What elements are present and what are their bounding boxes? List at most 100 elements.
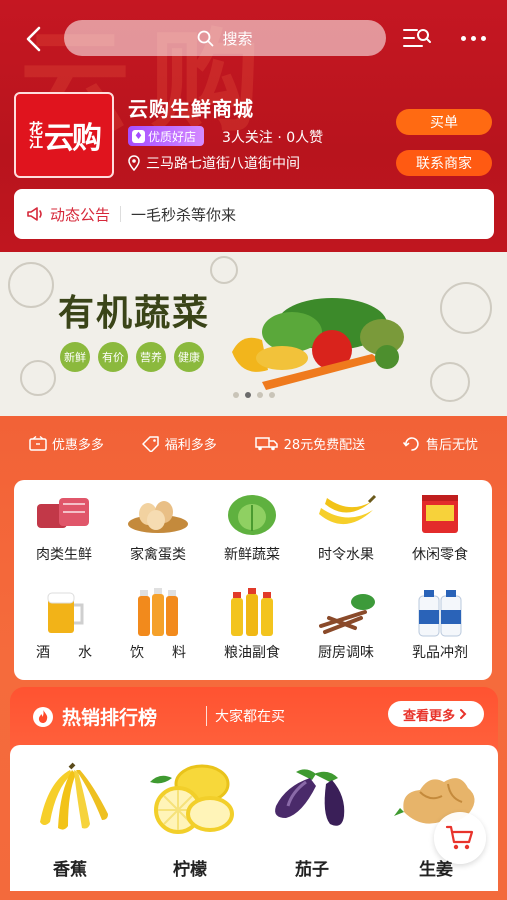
badge-label: 优质好店 <box>148 129 197 144</box>
perk-item: 优惠多多 <box>29 434 104 453</box>
category-list-button[interactable] <box>400 22 434 54</box>
eggplant-icon <box>275 769 345 826</box>
announcement-label: 动态公告 <box>50 205 111 224</box>
category-label: 酒 水 <box>36 645 92 661</box>
hot-ranking-title: 热销排行榜 <box>32 703 157 730</box>
category-label: 粮油副食 <box>224 645 280 661</box>
logo-text-big: 云购 <box>44 121 102 156</box>
back-arrow-icon <box>26 26 41 52</box>
perk-item: 28元免费配送 <box>254 434 366 453</box>
category-label: 饮 料 <box>130 645 186 661</box>
megaphone-icon <box>27 207 42 221</box>
category-label: 厨房调味 <box>318 645 374 661</box>
list-search-icon <box>403 29 431 47</box>
category-label: 肉类生鲜 <box>36 547 92 563</box>
hot-subtitle: 大家都在买 <box>206 706 285 726</box>
perk-item: 福利多多 <box>142 434 217 453</box>
category-snacks[interactable]: 休闲零食 <box>392 488 488 564</box>
address-text: 三马路七道街八道街中间 <box>146 156 300 172</box>
carousel-dot-active[interactable] <box>244 392 251 398</box>
chevron-right-icon <box>460 709 467 719</box>
banner-feature-pills: 新鲜 有价 营养 健康 <box>60 342 204 372</box>
banner-pill: 新鲜 <box>60 342 90 372</box>
quality-badge: ♦ 优质好店 <box>128 126 205 146</box>
shop-logo: 花江 云购 <box>14 92 114 178</box>
category-grid: 肉类生鲜 家禽蛋类 新鲜蔬菜 时令水果 休闲零食 酒 水 饮 料 粮油副食 厨房… <box>14 480 492 680</box>
banner-sketch <box>210 256 238 284</box>
shop-address[interactable]: 三马路七道街八道街中间 <box>128 153 300 173</box>
hot-products-list: 香蕉 柠檬 茄子 生姜 <box>10 745 498 891</box>
cabbage-icon <box>228 495 276 535</box>
spice-icon <box>319 594 375 634</box>
perks-bar: 优惠多多 福利多多 28元免费配送 售后无忧 <box>0 416 507 471</box>
shopping-cart-icon <box>445 825 474 850</box>
category-meat[interactable]: 肉类生鲜 <box>16 488 112 564</box>
perk-label: 28元免费配送 <box>283 438 366 453</box>
banner-title: 有机蔬菜 <box>58 292 211 334</box>
category-alcohol[interactable]: 酒 水 <box>16 586 112 662</box>
contact-merchant-button[interactable]: 联系商家 <box>396 150 492 176</box>
logo-text-small: 花江 <box>27 121 43 149</box>
juice-icon <box>138 588 178 636</box>
banner-sketch <box>8 262 54 308</box>
promo-banner[interactable]: 有机蔬菜 新鲜 有价 营养 健康 <box>0 252 507 416</box>
delivery-truck-icon <box>254 437 278 451</box>
perk-label: 福利多多 <box>164 438 217 453</box>
banner-sketch <box>20 360 56 396</box>
lemon-icon <box>150 764 234 834</box>
product-card[interactable]: 茄子 <box>262 757 362 880</box>
shopping-cart-button[interactable] <box>434 812 486 864</box>
product-card[interactable]: 柠檬 <box>140 757 240 880</box>
search-icon <box>198 30 214 46</box>
more-options-button[interactable] <box>453 24 493 52</box>
location-pin-icon <box>128 155 140 171</box>
search-input[interactable]: 搜索 <box>64 20 386 56</box>
product-name: 柠檬 <box>173 860 207 880</box>
category-seasoning[interactable]: 厨房调味 <box>298 586 394 662</box>
banner-pill: 有价 <box>98 342 128 372</box>
banner-sketch <box>440 282 492 334</box>
milk-icon <box>418 590 462 637</box>
view-more-button[interactable]: 查看更多 <box>388 701 484 727</box>
follow-count: 3人关注 · 0人赞 <box>222 130 324 146</box>
shop-header: 云购 搜索 花江 云购 云购生鲜商城 ♦ 优质好店 3人关注 · 0人赞 三马路… <box>0 0 507 252</box>
carousel-dot[interactable] <box>268 392 275 398</box>
category-dairy[interactable]: 乳品冲剂 <box>392 586 488 662</box>
category-drinks[interactable]: 饮 料 <box>110 586 206 662</box>
carousel-dot[interactable] <box>232 392 239 398</box>
product-card[interactable]: 香蕉 <box>20 757 120 880</box>
product-name: 香蕉 <box>53 860 87 880</box>
back-button[interactable] <box>18 22 48 56</box>
perk-label: 优惠多多 <box>51 438 104 453</box>
search-placeholder: 搜索 <box>222 29 253 48</box>
category-eggs[interactable]: 家禽蛋类 <box>110 488 206 564</box>
category-label: 乳品冲剂 <box>412 645 468 661</box>
announcement-divider <box>120 206 122 222</box>
category-grain-oil[interactable]: 粮油副食 <box>204 586 300 662</box>
product-name: 茄子 <box>295 860 329 880</box>
view-more-label: 查看更多 <box>402 708 455 724</box>
category-label: 时令水果 <box>318 547 374 563</box>
snack-icon <box>422 495 458 533</box>
buy-button[interactable]: 买单 <box>396 109 492 135</box>
more-dot-icon <box>460 35 466 41</box>
announcement-text: 一毛秒杀等你来 <box>131 205 237 224</box>
shop-name: 云购生鲜商城 <box>128 97 254 121</box>
category-vegetables[interactable]: 新鲜蔬菜 <box>204 488 300 564</box>
hot-ranking-header: 热销排行榜 大家都在买 查看更多 <box>10 687 498 745</box>
carousel-dot[interactable] <box>256 392 263 398</box>
beer-icon <box>47 592 84 633</box>
banner-pill: 健康 <box>174 342 204 372</box>
banner-pill: 营养 <box>136 342 166 372</box>
category-label: 新鲜蔬菜 <box>224 547 280 563</box>
category-label: 休闲零食 <box>412 547 468 563</box>
banana-icon <box>40 762 108 830</box>
announcement-bar[interactable]: 动态公告 一毛秒杀等你来 <box>14 189 494 239</box>
meat-icon <box>37 498 89 528</box>
fire-icon <box>33 706 53 727</box>
category-fruits[interactable]: 时令水果 <box>298 488 394 564</box>
banana-icon <box>319 494 377 525</box>
announcement-tag: 动态公告 <box>26 204 110 225</box>
more-dot-icon <box>480 35 486 41</box>
more-dot-icon <box>470 35 476 41</box>
